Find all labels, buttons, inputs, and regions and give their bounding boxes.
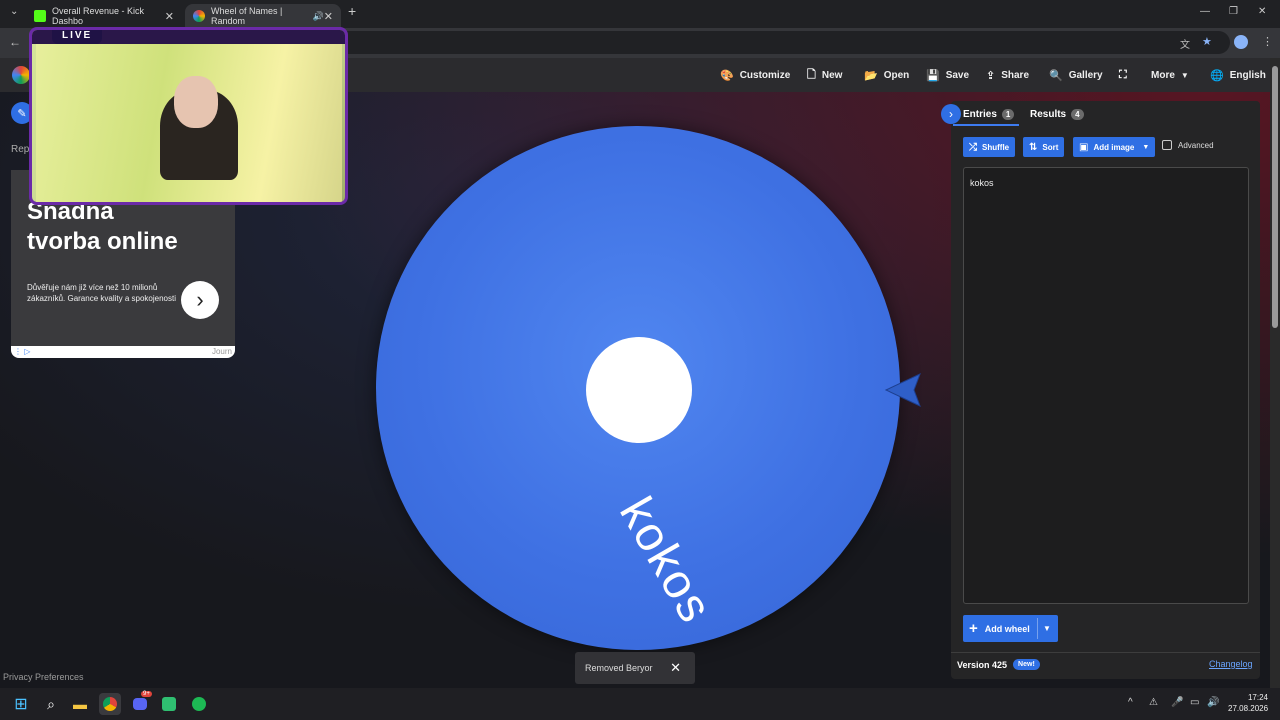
spotify-icon[interactable] xyxy=(188,693,210,715)
page-scrollbar[interactable] xyxy=(1270,58,1280,688)
image-icon: ▣ xyxy=(1079,141,1089,153)
tab-title: Wheel of Names | Random xyxy=(211,6,283,26)
network-icon[interactable]: ⚠ xyxy=(1149,697,1158,708)
ad-info-icon[interactable]: ⋮ ▷ xyxy=(14,347,30,356)
share-icon: ⇪ xyxy=(986,69,996,82)
close-tab-icon[interactable]: ✕ xyxy=(165,10,174,23)
volume-icon[interactable]: 🔊 xyxy=(1207,697,1219,708)
customize-button[interactable]: 🎨 Customize xyxy=(720,58,790,92)
streamer-head xyxy=(174,76,218,128)
entries-count-badge: 1 xyxy=(1001,108,1015,120)
browser-menu-icon[interactable]: ⋮ xyxy=(1262,35,1273,48)
discord-icon[interactable]: 9+ xyxy=(129,691,152,715)
windows-start-icon[interactable]: ⊞ xyxy=(10,693,32,715)
shuffle-button[interactable]: ⤮ Shuffle xyxy=(963,137,1016,157)
globe-icon: 🌐 xyxy=(1210,69,1224,82)
changelog-link[interactable]: Changelog xyxy=(1209,659,1253,669)
discord-badge: 9+ xyxy=(141,691,152,697)
fullscreen-button[interactable]: ⛶ xyxy=(1119,58,1133,92)
gallery-button[interactable]: 🔍 Gallery xyxy=(1049,58,1103,92)
tab-search-icon[interactable]: ⌄ xyxy=(10,6,18,17)
tab-wheel-of-names[interactable]: Wheel of Names | Random 🔊 ✕ xyxy=(185,4,341,28)
display-icon[interactable]: ▭ xyxy=(1190,697,1199,708)
minimize-button[interactable]: — xyxy=(1200,6,1210,17)
scrollbar-thumb[interactable] xyxy=(1272,66,1278,328)
app-logo-icon[interactable] xyxy=(12,66,30,84)
tab-kick-dashboard[interactable]: Overall Revenue - Kick Dashbo ✕ xyxy=(26,4,182,28)
advanced-checkbox[interactable]: Advanced xyxy=(1162,140,1214,150)
back-icon[interactable]: ← xyxy=(9,35,21,49)
results-count-badge: 4 xyxy=(1071,108,1084,120)
new-badge: New! xyxy=(1013,659,1040,670)
wheel-pointer-icon xyxy=(884,373,921,407)
browser-tab-bar: ⌄ Overall Revenue - Kick Dashbo ✕ Wheel … xyxy=(0,0,1280,28)
add-wheel-button[interactable]: + Add wheel ▼ xyxy=(963,615,1058,642)
chrome-icon[interactable] xyxy=(99,693,121,715)
sort-button[interactable]: ⇅ Sort xyxy=(1023,137,1065,157)
rep-text: Rep xyxy=(11,144,30,155)
collapse-panel-icon[interactable]: › xyxy=(941,104,961,124)
restore-button[interactable]: ❐ xyxy=(1229,6,1238,17)
new-file-icon: 🗋 xyxy=(807,68,816,81)
live-badge: LIVE xyxy=(52,30,103,44)
folder-icon: 📂 xyxy=(864,69,878,82)
language-button[interactable]: 🌐 English xyxy=(1210,58,1266,92)
checkbox-box[interactable] xyxy=(1162,140,1172,150)
snackbar-message: Removed Beryor xyxy=(585,663,653,673)
floppy-icon: 💾 xyxy=(926,69,940,82)
sort-icon: ⇅ xyxy=(1029,141,1038,153)
new-button[interactable]: 🗋 New xyxy=(807,58,842,92)
new-tab-button[interactable]: + xyxy=(348,3,356,19)
save-button[interactable]: 💾 Save xyxy=(926,58,969,92)
add-wheel-dropdown-icon[interactable]: ▼ xyxy=(1043,624,1051,633)
add-image-button[interactable]: ▣ Add image ▼ xyxy=(1073,137,1156,157)
search-icon: 🔍 xyxy=(1049,69,1063,82)
bookmark-star-icon[interactable]: ★ xyxy=(1202,35,1212,48)
plus-icon: + xyxy=(969,620,978,637)
share-button[interactable]: ⇪ Share xyxy=(986,58,1029,92)
panel-divider xyxy=(951,652,1260,653)
open-button[interactable]: 📂 Open xyxy=(864,58,909,92)
webcam-overlay: LIVE xyxy=(29,27,348,205)
close-window-button[interactable]: ✕ xyxy=(1258,6,1266,17)
file-explorer-icon[interactable]: ▬ xyxy=(69,693,91,715)
tab-entries[interactable]: Entries 1 xyxy=(963,104,1015,124)
ad-body: Důvěřuje nám již více než 10 milionů zák… xyxy=(27,283,176,303)
close-icon[interactable]: ✕ xyxy=(670,660,681,676)
tab-title: Overall Revenue - Kick Dashbo xyxy=(52,6,145,26)
tab-results[interactable]: Results 4 xyxy=(1030,104,1084,124)
snackbar: Removed Beryor ✕ xyxy=(575,652,695,684)
profile-avatar[interactable] xyxy=(1234,35,1248,49)
search-icon[interactable]: ⌕ xyxy=(40,693,62,715)
active-tab-indicator xyxy=(953,124,1019,126)
privacy-preferences-link[interactable]: Privacy Preferences xyxy=(3,672,84,682)
ad-brand: Journ xyxy=(211,347,232,356)
microphone-icon[interactable]: 🎤 xyxy=(1171,697,1183,708)
system-clock[interactable]: 17:24 27.08.2026 xyxy=(1228,692,1268,714)
wheel-favicon-icon xyxy=(193,10,205,22)
entries-textarea[interactable]: kokos xyxy=(963,167,1249,604)
translate-icon[interactable]: 文 xyxy=(1180,36,1190,51)
palette-icon: 🎨 xyxy=(720,69,734,82)
more-button[interactable]: More ▼ xyxy=(1151,58,1189,92)
caret-down-icon: ▼ xyxy=(1142,143,1150,151)
caret-down-icon: ▼ xyxy=(1180,70,1189,80)
ad-headline-2: tvorba online xyxy=(27,228,178,255)
shuffle-icon: ⤮ xyxy=(969,141,977,153)
ad-arrow-button[interactable]: › xyxy=(181,281,219,319)
tray-chevron-icon[interactable]: ^ xyxy=(1128,697,1133,708)
version-info: Version 425 New! xyxy=(957,659,1040,670)
wheel-center-hub[interactable] xyxy=(586,337,692,443)
fullscreen-icon: ⛶ xyxy=(1119,68,1127,81)
ad-footer: ⋮ ▷ Journ xyxy=(11,346,235,358)
app-green-icon[interactable] xyxy=(158,693,180,715)
close-tab-icon[interactable]: ✕ xyxy=(324,10,333,23)
speaker-icon[interactable]: 🔊 xyxy=(313,11,324,22)
kick-icon xyxy=(34,10,46,22)
